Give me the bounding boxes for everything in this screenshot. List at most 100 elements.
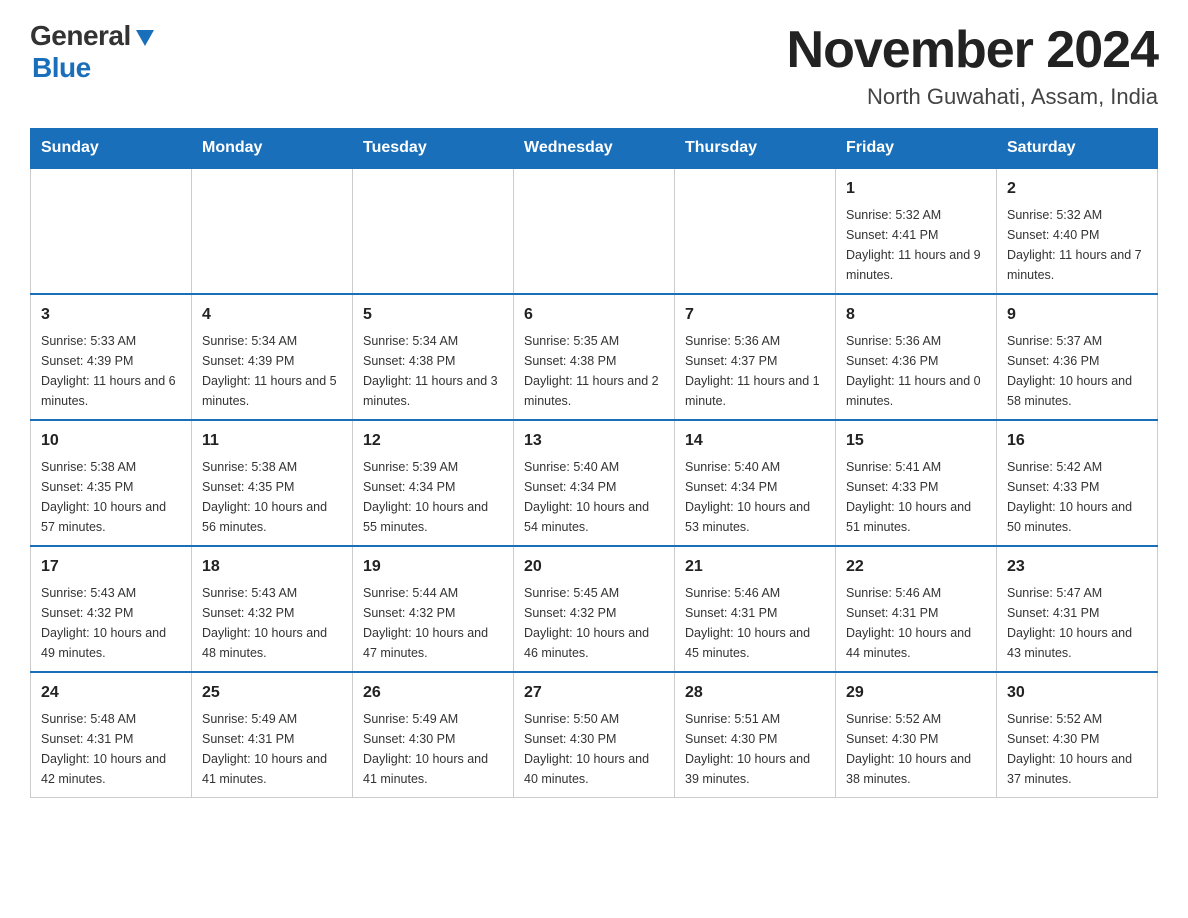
- day-number: 19: [363, 555, 503, 579]
- calendar-week-row: 17 Sunrise: 5:43 AMSunset: 4:32 PMDayligh…: [31, 546, 1158, 672]
- header-sunday: Sunday: [31, 129, 192, 169]
- table-row: 12Sunrise: 5:39 AMSunset: 4:34 PMDayligh…: [353, 420, 514, 546]
- table-row: 18Sunrise: 5:43 AMSunset: 4:32 PMDayligh…: [192, 546, 353, 672]
- table-row: 25 Sunrise: 5:49 AMSunset: 4:31 PMDayligh…: [192, 672, 353, 798]
- page-header: General Blue November 2024 North Guwahat…: [30, 20, 1158, 110]
- day-info: Sunrise: 5:32 AMSunset: 4:40 PMDaylight:…: [1007, 205, 1147, 285]
- header-friday: Friday: [836, 129, 997, 169]
- day-number: 21: [685, 555, 825, 579]
- day-number: 28: [685, 681, 825, 705]
- logo: General Blue: [30, 20, 156, 84]
- title-section: November 2024 North Guwahati, Assam, Ind…: [787, 20, 1158, 110]
- table-row: [353, 168, 514, 294]
- table-row: 10 Sunrise: 5:38 AMSunset: 4:35 PMDayligh…: [31, 420, 192, 546]
- day-number: 25: [202, 681, 342, 705]
- day-number: 27: [524, 681, 664, 705]
- table-row: 11 Sunrise: 5:38 AMSunset: 4:35 PMDayligh…: [192, 420, 353, 546]
- header-monday: Monday: [192, 129, 353, 169]
- day-info: Sunrise: 5:49 AMSunset: 4:30 PMDaylight:…: [363, 709, 503, 789]
- day-info: Sunrise: 5:45 AMSunset: 4:32 PMDaylight:…: [524, 583, 664, 663]
- day-number: 30: [1007, 681, 1147, 705]
- table-row: 6 Sunrise: 5:35 AMSunset: 4:38 PMDaylight…: [514, 294, 675, 420]
- day-number: 6: [524, 303, 664, 327]
- calendar-title: November 2024: [787, 20, 1158, 80]
- calendar-week-row: 3 Sunrise: 5:33 AMSunset: 4:39 PMDaylight…: [31, 294, 1158, 420]
- table-row: 29Sunrise: 5:52 AMSunset: 4:30 PMDayligh…: [836, 672, 997, 798]
- table-row: 30 Sunrise: 5:52 AMSunset: 4:30 PMDayligh…: [997, 672, 1158, 798]
- day-number: 16: [1007, 429, 1147, 453]
- day-info: Sunrise: 5:41 AMSunset: 4:33 PMDaylight:…: [846, 457, 986, 537]
- day-number: 9: [1007, 303, 1147, 327]
- day-number: 29: [846, 681, 986, 705]
- day-info: Sunrise: 5:40 AMSunset: 4:34 PMDaylight:…: [524, 457, 664, 537]
- table-row: 9 Sunrise: 5:37 AMSunset: 4:36 PMDaylight…: [997, 294, 1158, 420]
- day-info: Sunrise: 5:40 AMSunset: 4:34 PMDaylight:…: [685, 457, 825, 537]
- day-info: Sunrise: 5:39 AMSunset: 4:34 PMDaylight:…: [363, 457, 503, 537]
- day-info: Sunrise: 5:51 AMSunset: 4:30 PMDaylight:…: [685, 709, 825, 789]
- logo-general-text: General: [30, 20, 131, 52]
- table-row: 19Sunrise: 5:44 AMSunset: 4:32 PMDayligh…: [353, 546, 514, 672]
- day-info: Sunrise: 5:34 AMSunset: 4:38 PMDaylight:…: [363, 331, 503, 411]
- day-number: 1: [846, 177, 986, 201]
- table-row: [192, 168, 353, 294]
- day-number: 7: [685, 303, 825, 327]
- day-info: Sunrise: 5:38 AMSunset: 4:35 PMDaylight:…: [202, 457, 342, 537]
- calendar-subtitle: North Guwahati, Assam, India: [787, 84, 1158, 110]
- day-number: 22: [846, 555, 986, 579]
- table-row: 15Sunrise: 5:41 AMSunset: 4:33 PMDayligh…: [836, 420, 997, 546]
- table-row: 24Sunrise: 5:48 AMSunset: 4:31 PMDayligh…: [31, 672, 192, 798]
- day-number: 17: [41, 555, 181, 579]
- table-row: 28 Sunrise: 5:51 AMSunset: 4:30 PMDayligh…: [675, 672, 836, 798]
- day-info: Sunrise: 5:34 AMSunset: 4:39 PMDaylight:…: [202, 331, 342, 411]
- calendar-week-row: 24Sunrise: 5:48 AMSunset: 4:31 PMDayligh…: [31, 672, 1158, 798]
- day-info: Sunrise: 5:42 AMSunset: 4:33 PMDaylight:…: [1007, 457, 1147, 537]
- day-info: Sunrise: 5:37 AMSunset: 4:36 PMDaylight:…: [1007, 331, 1147, 411]
- calendar-week-row: 10 Sunrise: 5:38 AMSunset: 4:35 PMDayligh…: [31, 420, 1158, 546]
- header-wednesday: Wednesday: [514, 129, 675, 169]
- day-number: 3: [41, 303, 181, 327]
- day-info: Sunrise: 5:35 AMSunset: 4:38 PMDaylight:…: [524, 331, 664, 411]
- table-row: 4 Sunrise: 5:34 AMSunset: 4:39 PMDaylight…: [192, 294, 353, 420]
- day-number: 8: [846, 303, 986, 327]
- day-number: 23: [1007, 555, 1147, 579]
- day-info: Sunrise: 5:47 AMSunset: 4:31 PMDaylight:…: [1007, 583, 1147, 663]
- day-number: 4: [202, 303, 342, 327]
- table-row: 3 Sunrise: 5:33 AMSunset: 4:39 PMDaylight…: [31, 294, 192, 420]
- calendar-week-row: 1Sunrise: 5:32 AMSunset: 4:41 PMDaylight…: [31, 168, 1158, 294]
- day-info: Sunrise: 5:50 AMSunset: 4:30 PMDaylight:…: [524, 709, 664, 789]
- calendar-header-row: Sunday Monday Tuesday Wednesday Thursday…: [31, 129, 1158, 169]
- day-info: Sunrise: 5:48 AMSunset: 4:31 PMDaylight:…: [41, 709, 181, 789]
- table-row: 8Sunrise: 5:36 AMSunset: 4:36 PMDaylight…: [836, 294, 997, 420]
- day-number: 20: [524, 555, 664, 579]
- day-number: 11: [202, 429, 342, 453]
- day-number: 14: [685, 429, 825, 453]
- day-info: Sunrise: 5:43 AMSunset: 4:32 PMDaylight:…: [41, 583, 181, 663]
- day-info: Sunrise: 5:43 AMSunset: 4:32 PMDaylight:…: [202, 583, 342, 663]
- logo-triangle-icon: [134, 26, 156, 48]
- table-row: 16 Sunrise: 5:42 AMSunset: 4:33 PMDayligh…: [997, 420, 1158, 546]
- header-tuesday: Tuesday: [353, 129, 514, 169]
- day-number: 10: [41, 429, 181, 453]
- day-info: Sunrise: 5:46 AMSunset: 4:31 PMDaylight:…: [846, 583, 986, 663]
- table-row: 17 Sunrise: 5:43 AMSunset: 4:32 PMDayligh…: [31, 546, 192, 672]
- header-thursday: Thursday: [675, 129, 836, 169]
- day-info: Sunrise: 5:33 AMSunset: 4:39 PMDaylight:…: [41, 331, 181, 411]
- day-info: Sunrise: 5:49 AMSunset: 4:31 PMDaylight:…: [202, 709, 342, 789]
- table-row: 14 Sunrise: 5:40 AMSunset: 4:34 PMDayligh…: [675, 420, 836, 546]
- table-row: 26Sunrise: 5:49 AMSunset: 4:30 PMDayligh…: [353, 672, 514, 798]
- table-row: [675, 168, 836, 294]
- logo-blue-text: Blue: [32, 52, 91, 83]
- table-row: 23 Sunrise: 5:47 AMSunset: 4:31 PMDayligh…: [997, 546, 1158, 672]
- table-row: 22 Sunrise: 5:46 AMSunset: 4:31 PMDayligh…: [836, 546, 997, 672]
- table-row: [31, 168, 192, 294]
- day-info: Sunrise: 5:36 AMSunset: 4:37 PMDaylight:…: [685, 331, 825, 411]
- day-info: Sunrise: 5:38 AMSunset: 4:35 PMDaylight:…: [41, 457, 181, 537]
- day-info: Sunrise: 5:52 AMSunset: 4:30 PMDaylight:…: [1007, 709, 1147, 789]
- table-row: 27 Sunrise: 5:50 AMSunset: 4:30 PMDayligh…: [514, 672, 675, 798]
- calendar-table: Sunday Monday Tuesday Wednesday Thursday…: [30, 128, 1158, 798]
- table-row: 7 Sunrise: 5:36 AMSunset: 4:37 PMDaylight…: [675, 294, 836, 420]
- day-number: 13: [524, 429, 664, 453]
- day-number: 5: [363, 303, 503, 327]
- table-row: 20 Sunrise: 5:45 AMSunset: 4:32 PMDayligh…: [514, 546, 675, 672]
- table-row: 21Sunrise: 5:46 AMSunset: 4:31 PMDayligh…: [675, 546, 836, 672]
